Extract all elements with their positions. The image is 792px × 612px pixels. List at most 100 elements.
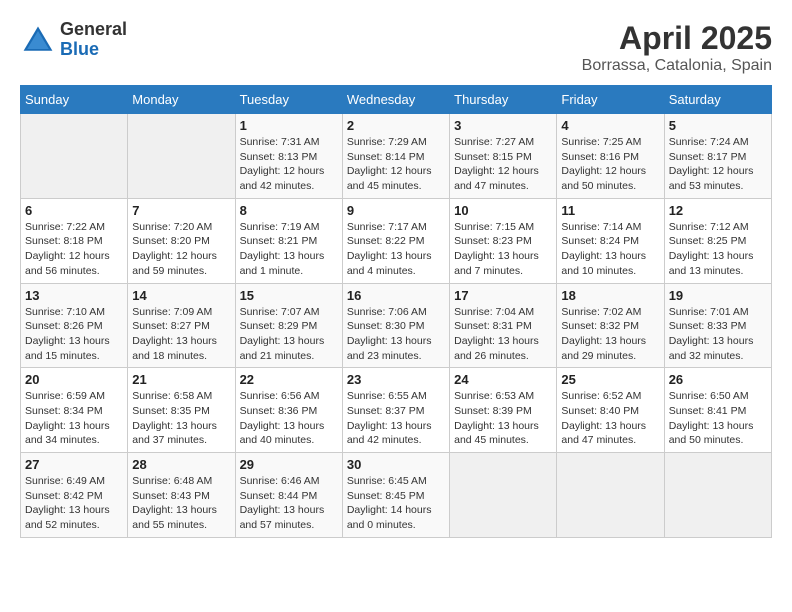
calendar-header-row: SundayMondayTuesdayWednesdayThursdayFrid… xyxy=(21,86,772,114)
day-number: 17 xyxy=(454,288,552,303)
day-number: 4 xyxy=(561,118,659,133)
calendar-table: SundayMondayTuesdayWednesdayThursdayFrid… xyxy=(20,85,772,538)
weekday-header-wednesday: Wednesday xyxy=(342,86,449,114)
day-info: Sunrise: 6:58 AM Sunset: 8:35 PM Dayligh… xyxy=(132,389,230,448)
day-info: Sunrise: 7:14 AM Sunset: 8:24 PM Dayligh… xyxy=(561,220,659,279)
day-number: 15 xyxy=(240,288,338,303)
calendar-cell: 12 Sunrise: 7:12 AM Sunset: 8:25 PM Dayli… xyxy=(664,198,771,283)
day-number: 21 xyxy=(132,372,230,387)
day-number: 28 xyxy=(132,457,230,472)
calendar-week-1: 1 Sunrise: 7:31 AM Sunset: 8:13 PM Daylig… xyxy=(21,114,772,199)
day-number: 16 xyxy=(347,288,445,303)
day-number: 6 xyxy=(25,203,123,218)
day-info: Sunrise: 7:22 AM Sunset: 8:18 PM Dayligh… xyxy=(25,220,123,279)
calendar-cell: 2 Sunrise: 7:29 AM Sunset: 8:14 PM Daylig… xyxy=(342,114,449,199)
day-info: Sunrise: 7:24 AM Sunset: 8:17 PM Dayligh… xyxy=(669,135,767,194)
logo-icon xyxy=(20,22,56,58)
calendar-cell: 11 Sunrise: 7:14 AM Sunset: 8:24 PM Dayli… xyxy=(557,198,664,283)
page-header: General Blue April 2025 Borrassa, Catalo… xyxy=(20,20,772,75)
day-number: 30 xyxy=(347,457,445,472)
calendar-cell: 29 Sunrise: 6:46 AM Sunset: 8:44 PM Dayli… xyxy=(235,453,342,538)
day-info: Sunrise: 7:09 AM Sunset: 8:27 PM Dayligh… xyxy=(132,305,230,364)
calendar-cell: 13 Sunrise: 7:10 AM Sunset: 8:26 PM Dayli… xyxy=(21,283,128,368)
day-number: 8 xyxy=(240,203,338,218)
calendar-cell: 10Sunrise: 7:15 AM Sunset: 8:23 PM Dayli… xyxy=(450,198,557,283)
calendar-week-4: 20Sunrise: 6:59 AM Sunset: 8:34 PM Dayli… xyxy=(21,368,772,453)
calendar-cell: 5 Sunrise: 7:24 AM Sunset: 8:17 PM Daylig… xyxy=(664,114,771,199)
calendar-week-2: 6 Sunrise: 7:22 AM Sunset: 8:18 PM Daylig… xyxy=(21,198,772,283)
day-info: Sunrise: 7:06 AM Sunset: 8:30 PM Dayligh… xyxy=(347,305,445,364)
calendar-cell: 28Sunrise: 6:48 AM Sunset: 8:43 PM Dayli… xyxy=(128,453,235,538)
day-number: 25 xyxy=(561,372,659,387)
title-block: April 2025 Borrassa, Catalonia, Spain xyxy=(582,20,772,75)
day-info: Sunrise: 6:46 AM Sunset: 8:44 PM Dayligh… xyxy=(240,474,338,533)
calendar-cell xyxy=(664,453,771,538)
calendar-cell: 22 Sunrise: 6:56 AM Sunset: 8:36 PM Dayli… xyxy=(235,368,342,453)
day-info: Sunrise: 7:10 AM Sunset: 8:26 PM Dayligh… xyxy=(25,305,123,364)
day-number: 12 xyxy=(669,203,767,218)
calendar-cell xyxy=(450,453,557,538)
day-info: Sunrise: 7:29 AM Sunset: 8:14 PM Dayligh… xyxy=(347,135,445,194)
calendar-cell: 23 Sunrise: 6:55 AM Sunset: 8:37 PM Dayli… xyxy=(342,368,449,453)
day-number: 29 xyxy=(240,457,338,472)
calendar-body: 1 Sunrise: 7:31 AM Sunset: 8:13 PM Daylig… xyxy=(21,114,772,538)
day-number: 27 xyxy=(25,457,123,472)
calendar-cell: 27 Sunrise: 6:49 AM Sunset: 8:42 PM Dayli… xyxy=(21,453,128,538)
weekday-header-friday: Friday xyxy=(557,86,664,114)
day-info: Sunrise: 6:55 AM Sunset: 8:37 PM Dayligh… xyxy=(347,389,445,448)
location: Borrassa, Catalonia, Spain xyxy=(582,57,772,75)
calendar-cell xyxy=(21,114,128,199)
day-number: 2 xyxy=(347,118,445,133)
day-info: Sunrise: 7:15 AM Sunset: 8:23 PM Dayligh… xyxy=(454,220,552,279)
day-number: 23 xyxy=(347,372,445,387)
calendar-cell: 15 Sunrise: 7:07 AM Sunset: 8:29 PM Dayli… xyxy=(235,283,342,368)
calendar-cell: 8Sunrise: 7:19 AM Sunset: 8:21 PM Daylig… xyxy=(235,198,342,283)
weekday-header-thursday: Thursday xyxy=(450,86,557,114)
day-info: Sunrise: 7:02 AM Sunset: 8:32 PM Dayligh… xyxy=(561,305,659,364)
day-info: Sunrise: 6:45 AM Sunset: 8:45 PM Dayligh… xyxy=(347,474,445,533)
day-info: Sunrise: 7:31 AM Sunset: 8:13 PM Dayligh… xyxy=(240,135,338,194)
month-title: April 2025 xyxy=(582,20,772,57)
day-info: Sunrise: 6:53 AM Sunset: 8:39 PM Dayligh… xyxy=(454,389,552,448)
calendar-cell: 21 Sunrise: 6:58 AM Sunset: 8:35 PM Dayli… xyxy=(128,368,235,453)
day-info: Sunrise: 7:27 AM Sunset: 8:15 PM Dayligh… xyxy=(454,135,552,194)
day-info: Sunrise: 6:50 AM Sunset: 8:41 PM Dayligh… xyxy=(669,389,767,448)
day-info: Sunrise: 7:17 AM Sunset: 8:22 PM Dayligh… xyxy=(347,220,445,279)
calendar-cell: 25 Sunrise: 6:52 AM Sunset: 8:40 PM Dayli… xyxy=(557,368,664,453)
weekday-header-sunday: Sunday xyxy=(21,86,128,114)
weekday-header-monday: Monday xyxy=(128,86,235,114)
day-number: 22 xyxy=(240,372,338,387)
calendar-cell: 19 Sunrise: 7:01 AM Sunset: 8:33 PM Dayli… xyxy=(664,283,771,368)
day-info: Sunrise: 7:20 AM Sunset: 8:20 PM Dayligh… xyxy=(132,220,230,279)
day-number: 13 xyxy=(25,288,123,303)
calendar-cell: 4Sunrise: 7:25 AM Sunset: 8:16 PM Daylig… xyxy=(557,114,664,199)
calendar-cell: 16 Sunrise: 7:06 AM Sunset: 8:30 PM Dayli… xyxy=(342,283,449,368)
day-info: Sunrise: 7:01 AM Sunset: 8:33 PM Dayligh… xyxy=(669,305,767,364)
logo-text: General Blue xyxy=(60,20,127,60)
day-number: 3 xyxy=(454,118,552,133)
day-number: 26 xyxy=(669,372,767,387)
day-number: 14 xyxy=(132,288,230,303)
day-number: 5 xyxy=(669,118,767,133)
day-info: Sunrise: 6:56 AM Sunset: 8:36 PM Dayligh… xyxy=(240,389,338,448)
day-info: Sunrise: 7:12 AM Sunset: 8:25 PM Dayligh… xyxy=(669,220,767,279)
day-info: Sunrise: 6:59 AM Sunset: 8:34 PM Dayligh… xyxy=(25,389,123,448)
day-number: 1 xyxy=(240,118,338,133)
day-info: Sunrise: 6:49 AM Sunset: 8:42 PM Dayligh… xyxy=(25,474,123,533)
day-number: 9 xyxy=(347,203,445,218)
calendar-cell xyxy=(128,114,235,199)
calendar-cell: 20Sunrise: 6:59 AM Sunset: 8:34 PM Dayli… xyxy=(21,368,128,453)
calendar-cell: 18 Sunrise: 7:02 AM Sunset: 8:32 PM Dayli… xyxy=(557,283,664,368)
day-number: 18 xyxy=(561,288,659,303)
day-number: 11 xyxy=(561,203,659,218)
calendar-cell: 6 Sunrise: 7:22 AM Sunset: 8:18 PM Daylig… xyxy=(21,198,128,283)
calendar-cell: 1 Sunrise: 7:31 AM Sunset: 8:13 PM Daylig… xyxy=(235,114,342,199)
logo-blue: Blue xyxy=(60,40,127,60)
calendar-cell: 17Sunrise: 7:04 AM Sunset: 8:31 PM Dayli… xyxy=(450,283,557,368)
weekday-header-saturday: Saturday xyxy=(664,86,771,114)
day-info: Sunrise: 6:52 AM Sunset: 8:40 PM Dayligh… xyxy=(561,389,659,448)
day-number: 19 xyxy=(669,288,767,303)
calendar-cell: 14 Sunrise: 7:09 AM Sunset: 8:27 PM Dayli… xyxy=(128,283,235,368)
day-info: Sunrise: 7:07 AM Sunset: 8:29 PM Dayligh… xyxy=(240,305,338,364)
logo: General Blue xyxy=(20,20,127,60)
